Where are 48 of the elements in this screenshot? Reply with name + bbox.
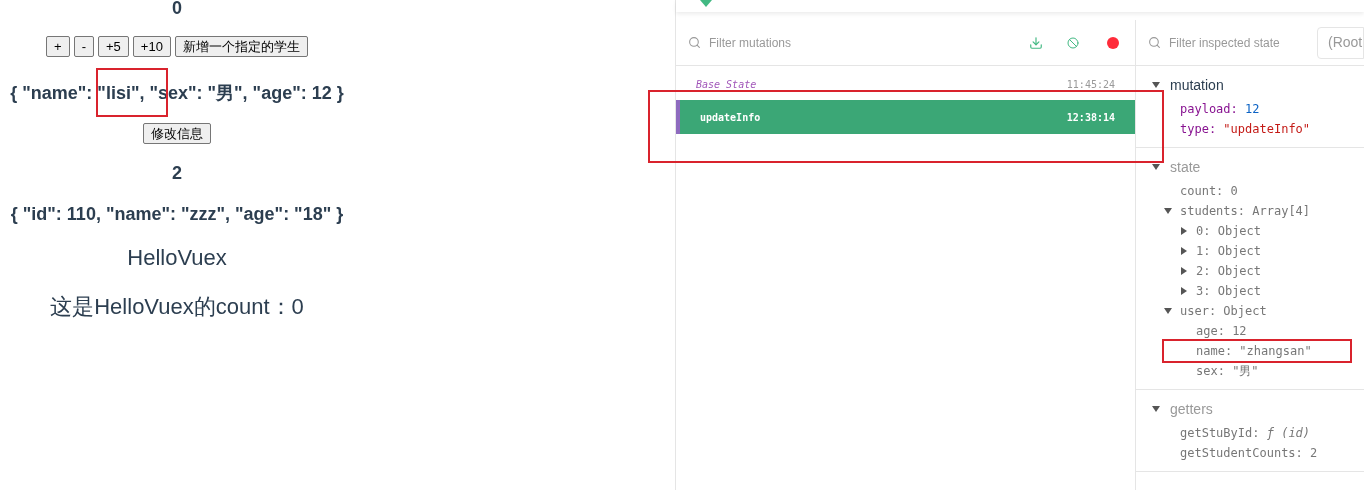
student-info-text: { "id": 110, "name": "zzz", "age": "18" } bbox=[10, 203, 344, 226]
filter-state-field[interactable]: Filter inspected state bbox=[1169, 33, 1309, 52]
mutation-time: 12:38:14 bbox=[1066, 110, 1115, 125]
search-icon bbox=[688, 36, 701, 49]
section-title: state bbox=[1170, 157, 1201, 177]
state-entry: age: 12 bbox=[1196, 323, 1247, 340]
state-entry: 0: Object bbox=[1196, 223, 1262, 240]
section-title: mutation bbox=[1170, 75, 1224, 95]
expanded-triangle-icon[interactable] bbox=[1152, 405, 1160, 413]
counter-button[interactable]: - bbox=[73, 36, 94, 57]
student-count: 2 bbox=[172, 162, 182, 185]
mutation-name: Base State bbox=[696, 77, 757, 92]
hello-title: HelloVuex bbox=[127, 244, 227, 272]
collapsed-triangle-icon[interactable] bbox=[1180, 267, 1188, 275]
collapsed-triangle-icon[interactable] bbox=[1180, 227, 1188, 235]
counter-button[interactable]: +5 bbox=[98, 36, 129, 57]
state-entry: students: Array[4] bbox=[1180, 203, 1311, 220]
section-title: getters bbox=[1170, 399, 1213, 419]
expanded-triangle-icon[interactable] bbox=[1152, 81, 1160, 89]
collapsed-triangle-icon[interactable] bbox=[1180, 247, 1188, 255]
state-entry: getStudentCounts: 2 bbox=[1180, 445, 1318, 462]
expanded-triangle-icon[interactable] bbox=[1152, 163, 1160, 171]
collapsed-triangle-icon[interactable] bbox=[1180, 287, 1188, 295]
count-value: 0 bbox=[172, 0, 182, 19]
filter-mutations-field[interactable]: Filter mutations bbox=[709, 33, 1021, 52]
counter-button[interactable]: +10 bbox=[132, 36, 171, 57]
hello-count-text: 这是HelloVuex的count：0 bbox=[50, 293, 304, 321]
search-icon bbox=[1148, 36, 1161, 49]
state-entry: name: "zhangsan" bbox=[1196, 343, 1312, 360]
expanded-triangle-icon[interactable] bbox=[1164, 307, 1172, 315]
mutation-name: updateInfo bbox=[700, 110, 761, 125]
record-icon[interactable] bbox=[1107, 36, 1119, 49]
state-entry: getStuById: ƒ (id) bbox=[1180, 425, 1311, 442]
state-entry: sex: "男" bbox=[1196, 363, 1259, 380]
expanded-triangle-icon[interactable] bbox=[1164, 207, 1172, 215]
mutation-row[interactable]: Base State 11:45:24 bbox=[676, 68, 1135, 100]
mutation-time: 11:45:24 bbox=[1066, 77, 1115, 92]
counter-button[interactable]: + bbox=[46, 36, 70, 57]
state-entry: 3: Object bbox=[1196, 283, 1262, 300]
update-info-button[interactable]: 修改信息 bbox=[143, 123, 211, 144]
state-entry: type: "updateInfo" bbox=[1180, 121, 1311, 138]
state-entry: count: 0 bbox=[1180, 183, 1238, 200]
state-entry: payload: 12 bbox=[1180, 101, 1260, 118]
logo-icon bbox=[700, 0, 712, 7]
state-entry: 1: Object bbox=[1196, 243, 1262, 260]
state-entry: 2: Object bbox=[1196, 263, 1262, 280]
state-entry: user: Object bbox=[1180, 303, 1267, 320]
counter-button[interactable]: 新增一个指定的学生 bbox=[174, 36, 308, 57]
